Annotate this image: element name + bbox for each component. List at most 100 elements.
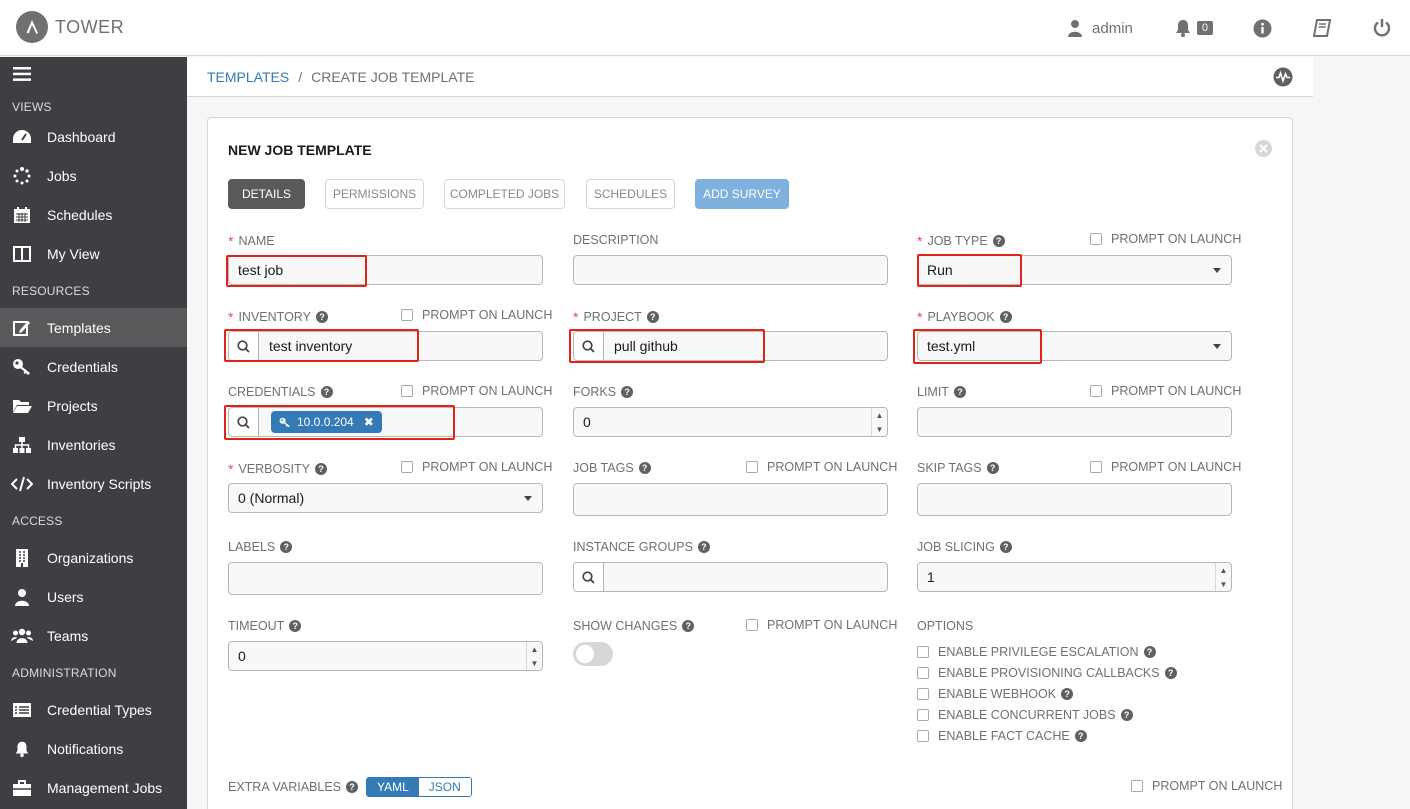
credential-chip[interactable]: 10.0.0.204 ✖	[271, 411, 382, 433]
option-privilege-escalation[interactable]: ENABLE PRIVILEGE ESCALATION?	[917, 645, 1156, 659]
checkbox[interactable]	[917, 667, 929, 679]
forks-input[interactable]: 0 ▲ ▼	[573, 407, 888, 437]
sidebar-item-projects[interactable]: Projects	[0, 386, 187, 425]
verbosity-select[interactable]: 0 (Normal)	[228, 483, 543, 513]
help-icon[interactable]: ?	[1120, 709, 1133, 721]
help-icon[interactable]: ?	[289, 620, 302, 632]
sidebar-item-jobs[interactable]: Jobs	[0, 156, 187, 195]
extra-variables-prompt-on-launch[interactable]: PROMPT ON LAUNCH	[1131, 779, 1282, 793]
limit-input[interactable]	[917, 407, 1232, 437]
skip-tags-input[interactable]	[917, 483, 1232, 516]
sidebar-item-teams[interactable]: Teams	[0, 616, 187, 655]
help-icon[interactable]: ?	[621, 386, 634, 398]
checkbox[interactable]	[1131, 780, 1143, 792]
project-search-button[interactable]	[573, 331, 603, 361]
checkbox[interactable]	[746, 619, 758, 631]
checkbox[interactable]	[746, 461, 758, 473]
limit-prompt-on-launch[interactable]: PROMPT ON LAUNCH	[1090, 384, 1241, 398]
job-tags-prompt-on-launch[interactable]: PROMPT ON LAUNCH	[746, 460, 897, 474]
checkbox[interactable]	[1090, 461, 1102, 473]
checkbox[interactable]	[1090, 233, 1102, 245]
inventory-prompt-on-launch[interactable]: PROMPT ON LAUNCH	[401, 308, 552, 322]
checkbox[interactable]	[401, 385, 413, 397]
close-icon[interactable]	[1255, 140, 1272, 157]
help-icon[interactable]: ?	[1074, 730, 1087, 742]
about-button[interactable]	[1253, 19, 1272, 38]
job-slicing-stepper[interactable]: ▲ ▼	[1215, 563, 1231, 591]
verbosity-prompt-on-launch[interactable]: PROMPT ON LAUNCH	[401, 460, 552, 474]
show-changes-toggle[interactable]	[573, 642, 613, 666]
breadcrumb-templates-link[interactable]: TEMPLATES	[207, 69, 289, 85]
sidebar-item-inventory-scripts[interactable]: Inventory Scripts	[0, 464, 187, 503]
user-menu[interactable]: admin	[1067, 19, 1133, 37]
tab-schedules[interactable]: SCHEDULES	[586, 179, 675, 209]
help-icon[interactable]: ?	[999, 541, 1012, 553]
tab-permissions[interactable]: PERMISSIONS	[325, 179, 424, 209]
sidebar-item-inventories[interactable]: Inventories	[0, 425, 187, 464]
help-icon[interactable]: ?	[1143, 646, 1156, 658]
inventory-search-button[interactable]	[228, 331, 258, 361]
remove-chip-icon[interactable]: ✖	[364, 415, 374, 429]
job-type-prompt-on-launch[interactable]: PROMPT ON LAUNCH	[1090, 232, 1241, 246]
labels-input[interactable]	[228, 562, 543, 595]
tower-logo[interactable]: TOWER	[16, 11, 124, 43]
instance-groups-search-button[interactable]	[573, 562, 603, 592]
timeout-input[interactable]: 0 ▲ ▼	[228, 641, 543, 671]
tab-details[interactable]: DETAILS	[228, 179, 305, 209]
sidebar-item-notifications[interactable]: Notifications	[0, 729, 187, 768]
sidebar-item-management-jobs[interactable]: Management Jobs	[0, 768, 187, 807]
sidebar-item-users[interactable]: Users	[0, 577, 187, 616]
sidebar-item-schedules[interactable]: Schedules	[0, 195, 187, 234]
checkbox[interactable]	[1090, 385, 1102, 397]
checkbox[interactable]	[401, 309, 413, 321]
logout-button[interactable]	[1372, 18, 1392, 38]
description-input[interactable]	[573, 255, 888, 285]
help-icon[interactable]: ?	[646, 311, 659, 323]
help-icon[interactable]: ?	[1164, 667, 1177, 679]
help-icon[interactable]: ?	[638, 462, 651, 474]
checkbox[interactable]	[917, 688, 929, 700]
forks-stepper[interactable]: ▲ ▼	[871, 408, 887, 436]
name-input[interactable]: test job	[228, 255, 543, 285]
json-toggle-button[interactable]: JSON	[418, 778, 471, 796]
playbook-select[interactable]: test.yml	[917, 331, 1232, 361]
checkbox[interactable]	[917, 646, 929, 658]
menu-toggle-icon[interactable]	[13, 67, 31, 86]
sidebar-item-organizations[interactable]: Organizations	[0, 538, 187, 577]
credentials-input[interactable]: 10.0.0.204 ✖	[258, 407, 543, 437]
job-slicing-input[interactable]: 1 ▲ ▼	[917, 562, 1232, 592]
help-icon[interactable]: ?	[697, 541, 710, 553]
help-icon[interactable]: ?	[986, 462, 999, 474]
help-icon[interactable]: ?	[1061, 688, 1074, 700]
job-type-select[interactable]: Run	[917, 255, 1232, 285]
help-icon[interactable]: ?	[682, 620, 695, 632]
timeout-stepper[interactable]: ▲ ▼	[526, 642, 542, 670]
option-concurrent-jobs[interactable]: ENABLE CONCURRENT JOBS?	[917, 708, 1133, 722]
help-icon[interactable]: ?	[315, 311, 328, 323]
activity-stream-icon[interactable]	[1273, 67, 1293, 92]
skip-tags-prompt-on-launch[interactable]: PROMPT ON LAUNCH	[1090, 460, 1241, 474]
option-webhook[interactable]: ENABLE WEBHOOK?	[917, 687, 1074, 701]
sidebar-item-dashboard[interactable]: Dashboard	[0, 117, 187, 156]
option-provisioning-callbacks[interactable]: ENABLE PROVISIONING CALLBACKS?	[917, 666, 1177, 680]
sidebar-item-my-view[interactable]: My View	[0, 234, 187, 273]
sidebar-item-templates[interactable]: Templates	[0, 308, 187, 347]
inventory-input[interactable]: test inventory	[258, 331, 543, 361]
add-survey-button[interactable]: ADD SURVEY	[695, 179, 789, 209]
help-icon[interactable]: ?	[999, 311, 1012, 323]
sidebar-item-credentials[interactable]: Credentials	[0, 347, 187, 386]
instance-groups-input[interactable]	[603, 562, 888, 592]
option-fact-cache[interactable]: ENABLE FACT CACHE?	[917, 729, 1087, 743]
help-icon[interactable]: ?	[280, 541, 293, 553]
checkbox[interactable]	[917, 730, 929, 742]
help-icon[interactable]: ?	[346, 781, 359, 793]
sidebar-item-credential-types[interactable]: Credential Types	[0, 690, 187, 729]
documentation-button[interactable]	[1312, 18, 1332, 38]
show-changes-prompt-on-launch[interactable]: PROMPT ON LAUNCH	[746, 618, 897, 632]
help-icon[interactable]: ?	[992, 235, 1005, 247]
project-input[interactable]: pull github	[603, 331, 888, 361]
checkbox[interactable]	[917, 709, 929, 721]
credentials-prompt-on-launch[interactable]: PROMPT ON LAUNCH	[401, 384, 552, 398]
notifications-button[interactable]: 0	[1173, 18, 1213, 38]
help-icon[interactable]: ?	[320, 386, 333, 398]
